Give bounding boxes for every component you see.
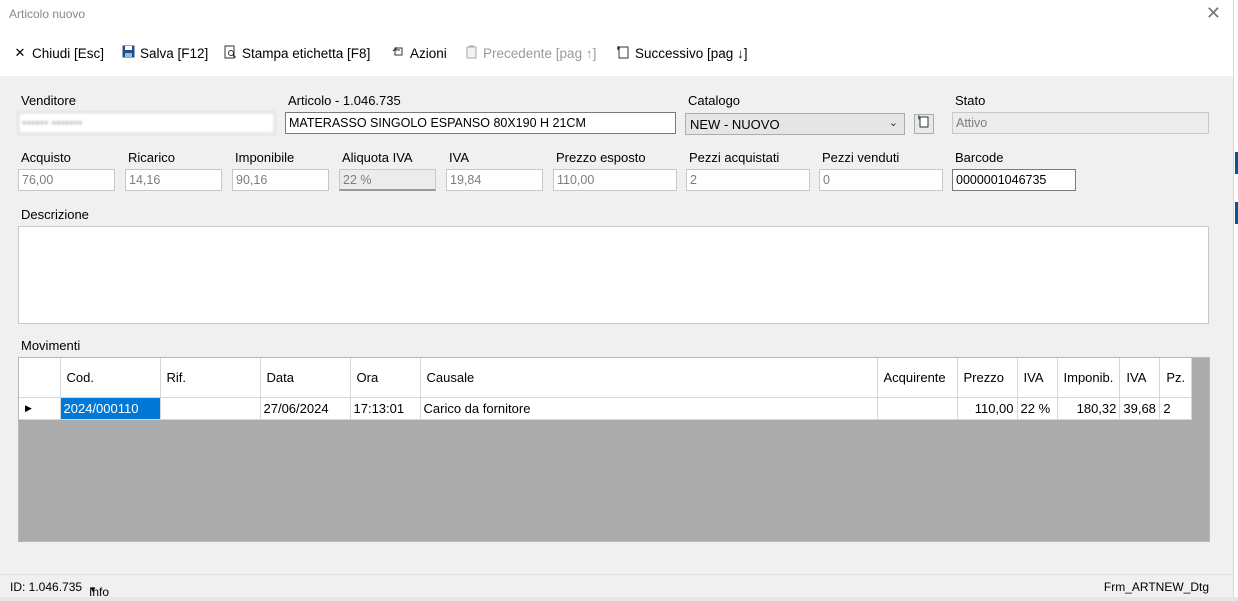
cell-causale[interactable]: Carico da fornitore	[420, 397, 878, 420]
new-document-icon	[917, 115, 929, 128]
column-header-data[interactable]: Data	[260, 358, 351, 398]
window-bottom-edge	[0, 597, 1238, 601]
window-title: Articolo nuovo	[9, 7, 86, 21]
movimenti-grid[interactable]: Cod. Rif. Data Ora Causale Acquirente Pr…	[18, 357, 1210, 542]
aliquota-iva-field[interactable]: 22 %	[339, 169, 436, 191]
cell-imponib[interactable]: 180,32	[1057, 397, 1121, 420]
previous-button[interactable]: Precedente [pag ↑]	[464, 45, 596, 62]
descrizione-label: Descrizione	[21, 207, 89, 222]
print-preview-icon	[223, 45, 237, 62]
cell-pz[interactable]: 2	[1159, 397, 1193, 420]
venditore-field[interactable]: •••••• •••••••	[18, 112, 275, 134]
prezzo-esposto-field[interactable]: 110,00	[553, 169, 677, 191]
cell-cod[interactable]: 2024/000110	[60, 397, 161, 420]
row-header-column	[19, 358, 61, 398]
stato-label: Stato	[955, 93, 986, 108]
column-header-causale[interactable]: Causale	[420, 358, 878, 398]
actions-button[interactable]: Azioni	[391, 45, 447, 61]
imponibile-label: Imponibile	[235, 150, 295, 165]
close-icon[interactable]: ✕	[1206, 3, 1221, 24]
column-header-iva[interactable]: IVA	[1119, 358, 1161, 398]
toolbar: ✕ Chiudi [Esc] Salva [F12] Stampa etiche…	[0, 30, 1233, 76]
previous-icon	[464, 45, 478, 62]
ricarico-label: Ricarico	[128, 150, 175, 165]
column-header-iva-pct[interactable]: IVA	[1017, 358, 1058, 398]
column-header-imponib[interactable]: Imponib.	[1057, 358, 1121, 398]
catalogo-select[interactable]: NEW - NUOVO ⌄	[685, 113, 905, 135]
imponibile-field[interactable]: 90,16	[232, 169, 329, 191]
table-header-row: Cod. Rif. Data Ora Causale Acquirente Pr…	[19, 358, 1193, 398]
iva-label: IVA	[449, 150, 469, 165]
venditore-label: Venditore	[21, 93, 76, 108]
print-label-button-label: Stampa etichetta [F8]	[242, 46, 371, 61]
status-id: ID: 1.046.735	[10, 580, 83, 594]
pezzi-acquistati-label: Pezzi acquistati	[689, 150, 780, 165]
background-window-edge	[1233, 0, 1238, 601]
ricarico-field[interactable]: 14,16	[125, 169, 222, 191]
cell-acquirente[interactable]	[877, 397, 958, 420]
movimenti-table: Cod. Rif. Data Ora Causale Acquirente Pr…	[19, 358, 1193, 420]
save-button[interactable]: Salva [F12]	[121, 45, 208, 61]
chevron-down-icon: ⌄	[888, 117, 898, 129]
cell-iva-pct[interactable]: 22 %	[1017, 397, 1058, 420]
close-icon: ✕	[14, 45, 26, 60]
close-button[interactable]: ✕ Chiudi [Esc]	[13, 45, 104, 61]
cell-data[interactable]: 27/06/2024	[260, 397, 351, 420]
barcode-field[interactable]: 0000001046735	[952, 169, 1076, 191]
barcode-label: Barcode	[955, 150, 1004, 165]
print-label-button[interactable]: Stampa etichetta [F8]	[223, 45, 370, 62]
save-icon	[121, 45, 135, 61]
cell-iva[interactable]: 39,68	[1119, 397, 1161, 420]
cell-ora[interactable]: 17:13:01	[350, 397, 421, 420]
prezzo-esposto-label: Prezzo esposto	[556, 150, 646, 165]
next-icon	[616, 45, 630, 62]
status-bar: ID: 1.046.735 Info ▼ Frm_ARTNEW_Dtg	[0, 574, 1233, 599]
aliquota-iva-label: Aliquota IVA	[342, 150, 413, 165]
column-header-ora[interactable]: Ora	[350, 358, 421, 398]
acquisto-label: Acquisto	[21, 150, 71, 165]
descrizione-textarea[interactable]	[18, 226, 1209, 324]
table-row[interactable]: ▶ 2024/000110 27/06/2024 17:13:01 Carico…	[19, 397, 1193, 420]
column-header-pz[interactable]: Pz.	[1159, 358, 1193, 398]
add-catalog-button[interactable]	[914, 114, 934, 134]
save-button-label: Salva [F12]	[140, 45, 209, 61]
catalogo-selected-value: NEW - NUOVO	[690, 117, 780, 132]
next-button-label: Successivo [pag ↓]	[635, 46, 748, 61]
caret-down-icon: ▼	[89, 585, 97, 594]
actions-button-label: Azioni	[410, 45, 447, 61]
form-name: Frm_ARTNEW_Dtg	[1103, 580, 1209, 594]
articolo-label: Articolo - 1.046.735	[288, 93, 401, 108]
cell-prezzo[interactable]: 110,00	[957, 397, 1018, 420]
close-button-label: Chiudi [Esc]	[32, 45, 105, 61]
catalogo-label: Catalogo	[688, 93, 741, 108]
stato-field: Attivo	[952, 112, 1209, 134]
acquisto-field[interactable]: 76,00	[18, 169, 115, 191]
cell-rif[interactable]	[160, 397, 261, 420]
row-pointer-icon[interactable]: ▶	[19, 397, 61, 420]
iva-field[interactable]: 19,84	[446, 169, 543, 191]
actions-icon	[391, 45, 405, 61]
previous-button-label: Precedente [pag ↑]	[483, 46, 597, 61]
articolo-description-field[interactable]: MATERASSO SINGOLO ESPANSO 80X190 H 21CM	[285, 112, 676, 134]
title-bar: Articolo nuovo ✕	[0, 0, 1233, 30]
column-header-acquirente[interactable]: Acquirente	[877, 358, 958, 398]
pezzi-acquistati-field[interactable]: 2	[686, 169, 810, 191]
column-header-rif[interactable]: Rif.	[160, 358, 261, 398]
column-header-prezzo[interactable]: Prezzo	[957, 358, 1018, 398]
pezzi-venduti-label: Pezzi venduti	[822, 150, 900, 165]
article-form: Venditore •••••• ••••••• Articolo - 1.04…	[0, 76, 1233, 574]
pezzi-venduti-field[interactable]: 0	[819, 169, 943, 191]
next-button[interactable]: Successivo [pag ↓]	[616, 45, 748, 62]
movimenti-label: Movimenti	[21, 338, 81, 353]
column-header-cod[interactable]: Cod.	[60, 358, 161, 398]
